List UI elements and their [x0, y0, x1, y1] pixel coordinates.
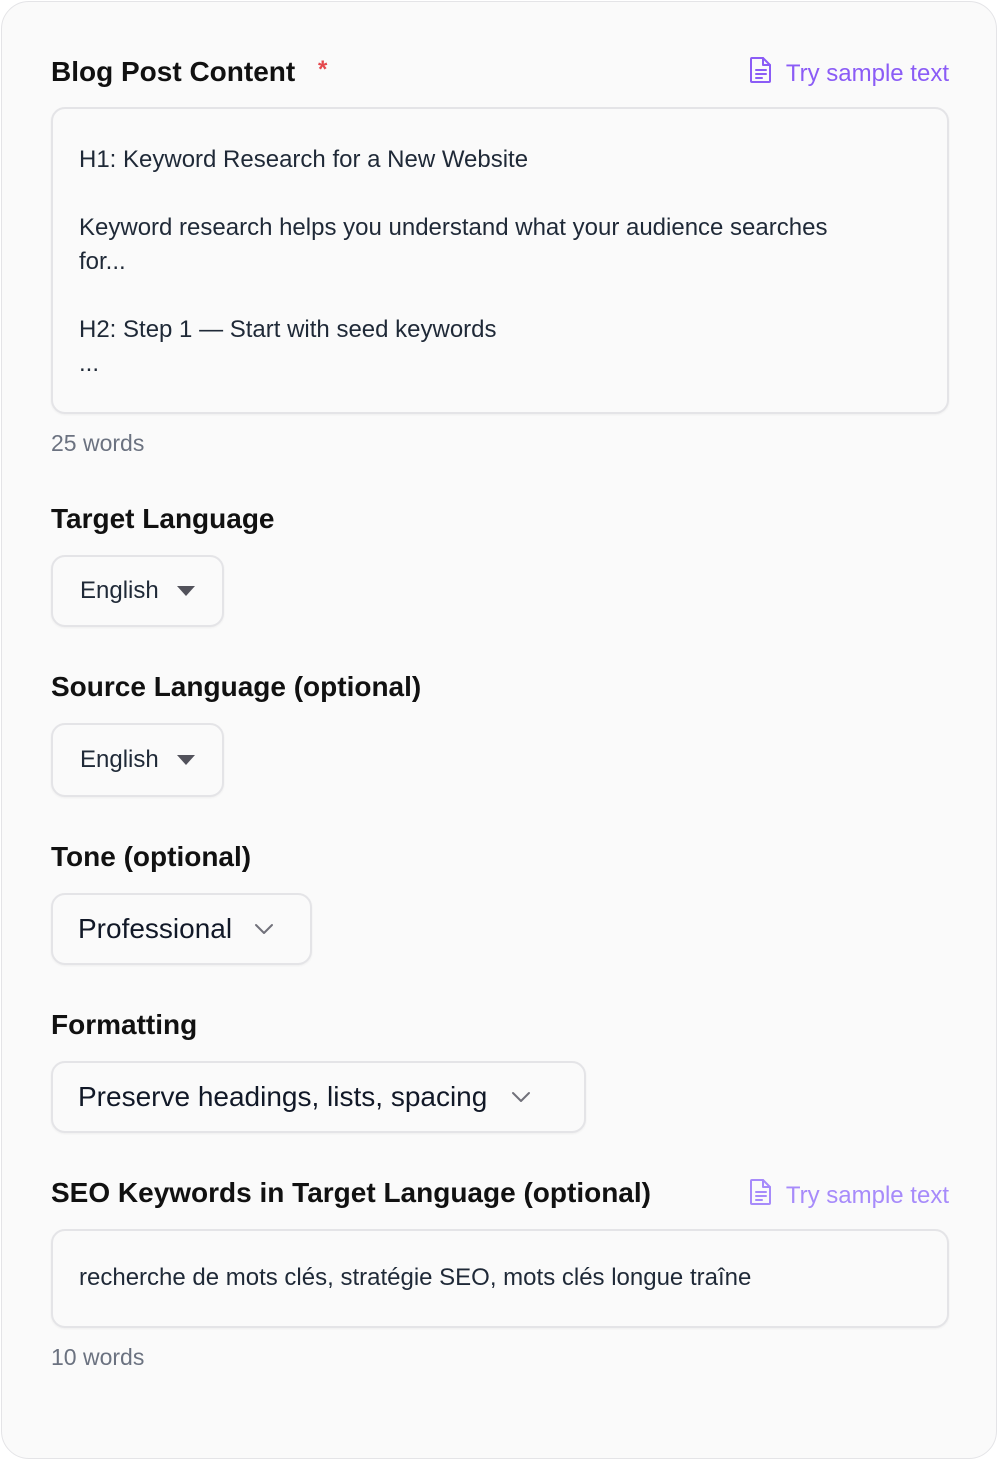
seo-word-count: 10 words — [51, 1344, 145, 1370]
seo-keywords-label: SEO Keywords in Target Language (optiona… — [51, 1177, 651, 1208]
blog-post-label: Blog Post Content — [51, 55, 295, 89]
seo-try-sample-link[interactable]: Try sample text — [748, 1178, 949, 1214]
seo-keywords-value: recherche de mots clés, stratégie SEO, m… — [79, 1264, 752, 1291]
formatting-select[interactable]: Preserve headings, lists, spacing — [51, 1061, 586, 1133]
caret-down-icon — [176, 755, 195, 765]
seo-try-sample-text: Try sample text — [785, 1182, 949, 1209]
blog-word-count: 25 words — [51, 430, 145, 456]
content-line: ... — [79, 350, 100, 377]
seo-keywords-input[interactable]: recherche de mots clés, stratégie SEO, m… — [51, 1229, 949, 1328]
content-line: Keyword research helps you understand wh… — [79, 214, 828, 241]
document-icon — [748, 1178, 774, 1214]
document-icon — [748, 56, 774, 92]
source-language-value: English — [80, 746, 159, 773]
formatting-value: Preserve headings, lists, spacing — [78, 1081, 488, 1112]
blog-try-sample-link[interactable]: Try sample text — [748, 56, 949, 92]
blog-post-label-text: Blog Post Content — [51, 56, 296, 87]
chevron-down-icon — [511, 1091, 531, 1103]
target-language-label: Target Language — [51, 503, 275, 534]
tone-select[interactable]: Professional — [51, 893, 312, 965]
content-line: H2: Step 1 — Start with seed keywords — [79, 316, 497, 343]
chevron-down-icon — [254, 923, 274, 935]
content-line: for... — [79, 248, 126, 275]
form-card: Blog Post Content * Try sample text H1: … — [1, 1, 997, 1459]
required-asterisk: * — [318, 56, 328, 83]
blog-post-textarea[interactable]: H1: Keyword Research for a New Website Ke… — [51, 107, 949, 414]
tone-value: Professional — [78, 913, 233, 944]
target-language-value: English — [80, 577, 159, 604]
source-language-label: Source Language (optional) — [51, 671, 422, 702]
blog-try-sample-text: Try sample text — [785, 60, 949, 87]
source-language-select[interactable]: English — [51, 723, 224, 797]
target-language-select[interactable]: English — [51, 555, 224, 627]
content-line: H1: Keyword Research for a New Website — [79, 146, 529, 173]
formatting-label: Formatting — [51, 1009, 198, 1040]
caret-down-icon — [176, 586, 195, 596]
tone-label: Tone (optional) — [51, 841, 252, 872]
